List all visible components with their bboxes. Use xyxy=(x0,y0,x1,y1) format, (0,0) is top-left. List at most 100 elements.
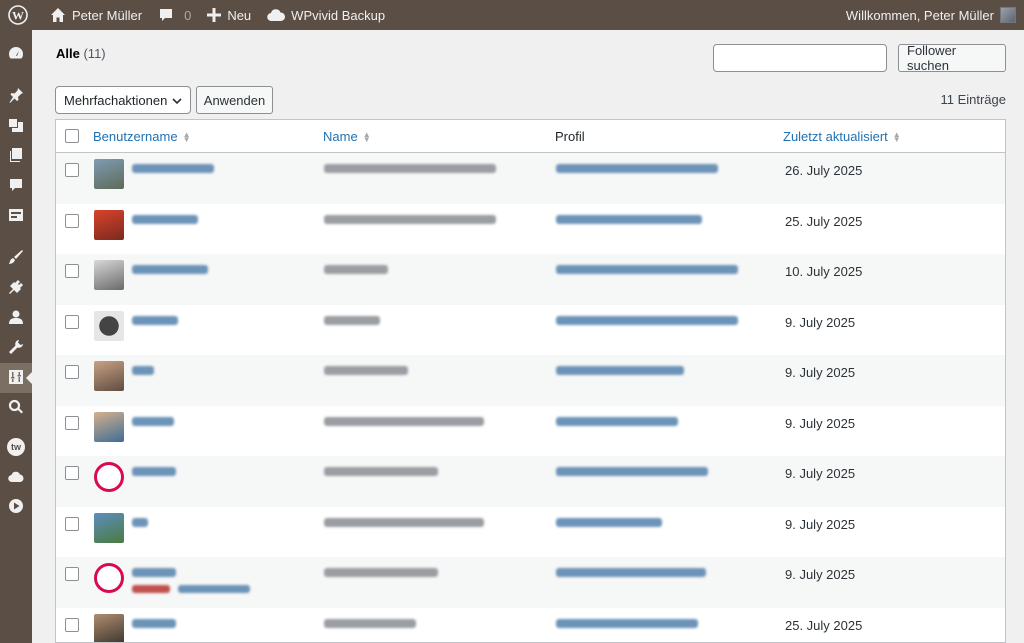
new-content-link[interactable]: Neu xyxy=(199,0,259,30)
site-name-link[interactable]: Peter Müller xyxy=(42,0,150,30)
avatar xyxy=(94,310,124,341)
profile-link[interactable] xyxy=(556,214,702,224)
column-updated[interactable]: Zuletzt aktualisiert ▲ ▼ xyxy=(783,120,901,153)
svg-text:W: W xyxy=(12,9,24,23)
cloud-icon xyxy=(8,468,24,487)
updated-date: 9. July 2025 xyxy=(785,314,856,330)
filter-all-count: (11) xyxy=(83,46,106,61)
profile-link[interactable] xyxy=(556,366,684,375)
avatar xyxy=(94,159,124,189)
menu-comments[interactable] xyxy=(0,171,32,201)
reset-link[interactable] xyxy=(178,585,250,593)
search-icon xyxy=(8,399,24,418)
site-name: Peter Müller xyxy=(72,7,143,23)
forms-icon xyxy=(8,207,24,226)
username-link[interactable] xyxy=(132,618,176,628)
profile-link[interactable] xyxy=(556,467,708,476)
menu-users[interactable] xyxy=(0,303,32,333)
wpvivid-label: WPvivid Backup xyxy=(291,7,386,23)
menu-media[interactable] xyxy=(0,111,32,141)
row-checkbox[interactable] xyxy=(65,264,79,278)
profile-link[interactable] xyxy=(556,315,738,325)
row-checkbox[interactable] xyxy=(65,567,79,581)
apply-button[interactable]: Anwenden xyxy=(196,86,273,114)
row-checkbox[interactable] xyxy=(65,365,79,379)
profile-link[interactable] xyxy=(556,416,678,426)
username-link[interactable] xyxy=(132,416,174,426)
row-checkbox[interactable] xyxy=(65,466,79,480)
row-checkbox[interactable] xyxy=(65,213,79,228)
username-link[interactable] xyxy=(132,517,148,527)
menu-backup[interactable] xyxy=(0,462,32,492)
table-row: 10. July 2025 xyxy=(56,254,1005,305)
table-row: 25. July 2025 xyxy=(56,204,1005,255)
avatar xyxy=(94,209,124,240)
column-username[interactable]: Benutzername ▲ ▼ xyxy=(93,120,190,153)
entries-count: 11 Einträge xyxy=(940,92,1006,107)
row-checkbox[interactable] xyxy=(65,516,79,531)
row-checkbox[interactable] xyxy=(65,415,79,430)
table-row: 25. July 2025 xyxy=(56,608,1005,642)
profile-link[interactable] xyxy=(556,164,718,173)
menu-tools[interactable] xyxy=(0,333,32,363)
search-input[interactable] xyxy=(713,44,887,72)
sort-arrows-icon: ▲ ▼ xyxy=(892,129,901,144)
updated-date: 9. July 2025 xyxy=(785,567,856,582)
menu-forms[interactable] xyxy=(0,201,32,231)
wordpress-logo-button[interactable]: W xyxy=(0,0,42,30)
wpvivid-backup-link[interactable]: WPvivid Backup xyxy=(259,0,393,30)
comments-link[interactable]: 0 xyxy=(150,0,199,30)
username-link[interactable] xyxy=(132,467,176,476)
menu-settings[interactable] xyxy=(0,363,32,393)
profile-link[interactable] xyxy=(556,568,706,577)
bulk-actions-select[interactable]: Mehrfachaktionen xyxy=(55,86,191,114)
settings-icon xyxy=(8,369,24,388)
row-checkbox[interactable] xyxy=(65,163,79,177)
account-menu[interactable]: Willkommen, Peter Müller xyxy=(838,0,1018,30)
menu-media-player[interactable] xyxy=(0,492,32,522)
display-name xyxy=(324,618,416,628)
profile-link[interactable] xyxy=(556,618,698,628)
tools-icon xyxy=(8,339,24,358)
display-name xyxy=(324,265,388,274)
profile-link[interactable] xyxy=(556,265,738,274)
sort-arrows-icon: ▲ ▼ xyxy=(362,129,371,144)
profile-link[interactable] xyxy=(556,517,662,527)
menu-pages[interactable] xyxy=(0,141,32,171)
username-link[interactable] xyxy=(132,366,154,375)
filter-all[interactable]: Alle xyxy=(56,46,80,61)
menu-tw[interactable]: tw xyxy=(0,432,32,462)
followers-table: Benutzername ▲ ▼ Name ▲ ▼ Profil Zuletzt a… xyxy=(55,119,1006,643)
greeting: Willkommen, Peter Müller xyxy=(845,7,994,23)
menu-plugins[interactable] xyxy=(0,273,32,303)
menu-appearance[interactable] xyxy=(0,243,32,273)
menu-dashboard[interactable] xyxy=(0,39,32,69)
admin-menu: tw xyxy=(0,30,32,643)
table-row: 9. July 2025 xyxy=(56,456,1005,507)
select-all-checkbox[interactable] xyxy=(65,129,79,143)
username-link[interactable] xyxy=(132,265,208,274)
menu-posts[interactable] xyxy=(0,81,32,111)
new-label: Neu xyxy=(227,7,252,23)
delete-link[interactable] xyxy=(132,585,170,593)
avatar xyxy=(94,361,124,391)
row-checkbox[interactable] xyxy=(65,314,79,329)
table-row: 9. July 2025 xyxy=(56,557,1005,608)
view-filter[interactable]: Alle (11) xyxy=(56,46,106,61)
media-icon xyxy=(8,117,24,136)
comments-count: 0 xyxy=(184,7,192,23)
table-row: 9. July 2025 xyxy=(56,507,1005,558)
table-header: Benutzername ▲ ▼ Name ▲ ▼ Profil Zuletzt a… xyxy=(56,120,1005,153)
search-followers-button[interactable]: Follower suchen xyxy=(898,43,1006,73)
table-row: 26. July 2025 xyxy=(56,153,1005,204)
username-link[interactable] xyxy=(132,315,178,325)
table-row: 9. July 2025 xyxy=(56,406,1005,457)
column-name[interactable]: Name ▲ ▼ xyxy=(323,120,371,153)
bulk-actions-selected: Mehrfachaktionen xyxy=(64,92,168,108)
username-link[interactable] xyxy=(132,214,198,224)
username-link[interactable] xyxy=(132,164,214,173)
row-checkbox[interactable] xyxy=(65,617,79,632)
column-profile: Profil xyxy=(555,129,585,144)
username-link[interactable] xyxy=(132,568,176,577)
menu-search[interactable] xyxy=(0,393,32,423)
